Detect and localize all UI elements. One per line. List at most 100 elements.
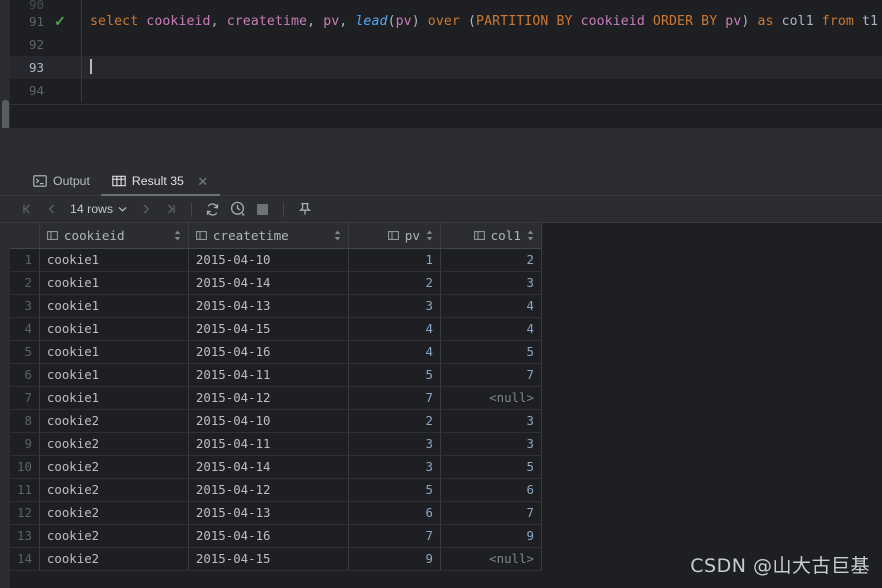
cell-cookieid[interactable]: cookie1 bbox=[39, 294, 189, 318]
editor-line[interactable]: 94 bbox=[10, 79, 882, 102]
table-row[interactable]: 12 cookie2 2015-04-13 6 7 bbox=[10, 501, 542, 525]
table-row[interactable]: 8 cookie2 2015-04-10 2 3 bbox=[10, 409, 542, 433]
cell-createtime[interactable]: 2015-04-12 bbox=[188, 478, 349, 502]
column-header-col1[interactable]: col1 bbox=[440, 223, 542, 249]
table-row[interactable]: 4 cookie1 2015-04-15 4 4 bbox=[10, 317, 542, 341]
tab-result-35[interactable]: Result 35 ✕ bbox=[100, 167, 220, 196]
cell-createtime[interactable]: 2015-04-13 bbox=[188, 501, 349, 525]
result-grid[interactable]: cookieid createtime pv col1 1 cookie1 20… bbox=[0, 223, 882, 588]
editor-line[interactable]: 93 bbox=[10, 56, 882, 79]
cell-col1[interactable]: <null> bbox=[440, 547, 542, 571]
cell-col1[interactable]: 3 bbox=[440, 432, 542, 456]
cell-createtime[interactable]: 2015-04-14 bbox=[188, 271, 349, 295]
code-fold-bar[interactable] bbox=[70, 0, 82, 10]
cell-pv[interactable]: 3 bbox=[348, 455, 441, 479]
cell-cookieid[interactable]: cookie1 bbox=[39, 363, 189, 387]
editor-results-splitter[interactable] bbox=[0, 128, 882, 167]
cell-cookieid[interactable]: cookie2 bbox=[39, 501, 189, 525]
editor-line[interactable]: 91 ✓ select cookieid, createtime, pv, lead… bbox=[10, 10, 882, 33]
sql-editor[interactable]: 90 91 ✓ select cookieid, createtime, pv, le… bbox=[0, 0, 882, 128]
table-row[interactable]: 3 cookie1 2015-04-13 3 4 bbox=[10, 294, 542, 318]
refresh-icon[interactable] bbox=[200, 198, 225, 220]
cell-col1[interactable]: 9 bbox=[440, 524, 542, 548]
cell-pv[interactable]: 1 bbox=[348, 248, 441, 272]
cell-createtime[interactable]: 2015-04-15 bbox=[188, 547, 349, 571]
code-fold-bar[interactable] bbox=[70, 79, 82, 102]
cell-col1[interactable]: 7 bbox=[440, 501, 542, 525]
cell-pv[interactable]: 5 bbox=[348, 478, 441, 502]
sort-toggle-icon[interactable] bbox=[326, 230, 341, 241]
cell-col1[interactable]: 6 bbox=[440, 478, 542, 502]
cell-pv[interactable]: 7 bbox=[348, 386, 441, 410]
table-row[interactable]: 14 cookie2 2015-04-15 9 <null> bbox=[10, 547, 542, 571]
cell-createtime[interactable]: 2015-04-16 bbox=[188, 524, 349, 548]
cell-cookieid[interactable]: cookie2 bbox=[39, 547, 189, 571]
cell-cookieid[interactable]: cookie1 bbox=[39, 340, 189, 364]
cell-pv[interactable]: 4 bbox=[348, 317, 441, 341]
table-row[interactable]: 11 cookie2 2015-04-12 5 6 bbox=[10, 478, 542, 502]
code-fold-bar[interactable] bbox=[70, 33, 82, 56]
code-fold-bar[interactable] bbox=[70, 56, 82, 79]
cell-col1[interactable]: 5 bbox=[440, 455, 542, 479]
cell-col1[interactable]: 4 bbox=[440, 317, 542, 341]
column-header-cookieid[interactable]: cookieid bbox=[39, 223, 189, 249]
next-page-icon[interactable] bbox=[133, 198, 158, 220]
cell-pv[interactable]: 2 bbox=[348, 271, 441, 295]
table-row[interactable]: 2 cookie1 2015-04-14 2 3 bbox=[10, 271, 542, 295]
cell-col1[interactable]: 3 bbox=[440, 271, 542, 295]
cell-pv[interactable]: 3 bbox=[348, 432, 441, 456]
cell-createtime[interactable]: 2015-04-12 bbox=[188, 386, 349, 410]
sort-toggle-icon[interactable] bbox=[166, 230, 181, 241]
cell-createtime[interactable]: 2015-04-10 bbox=[188, 409, 349, 433]
query-history-icon[interactable] bbox=[225, 198, 250, 220]
cell-createtime[interactable]: 2015-04-11 bbox=[188, 363, 349, 387]
cell-pv[interactable]: 7 bbox=[348, 524, 441, 548]
cell-createtime[interactable]: 2015-04-16 bbox=[188, 340, 349, 364]
cell-pv[interactable]: 3 bbox=[348, 294, 441, 318]
cell-createtime[interactable]: 2015-04-14 bbox=[188, 455, 349, 479]
editor-line[interactable]: 92 bbox=[10, 33, 882, 56]
sort-toggle-icon[interactable] bbox=[426, 230, 433, 241]
stop-icon[interactable] bbox=[250, 198, 275, 220]
cell-col1[interactable]: 7 bbox=[440, 363, 542, 387]
close-icon[interactable]: ✕ bbox=[197, 175, 209, 188]
table-row[interactable]: 6 cookie1 2015-04-11 5 7 bbox=[10, 363, 542, 387]
table-row[interactable]: 13 cookie2 2015-04-16 7 9 bbox=[10, 524, 542, 548]
cell-pv[interactable]: 5 bbox=[348, 363, 441, 387]
cell-col1[interactable]: <null> bbox=[440, 386, 542, 410]
code-fold-bar[interactable] bbox=[70, 10, 82, 33]
table-row[interactable]: 5 cookie1 2015-04-16 4 5 bbox=[10, 340, 542, 364]
cell-col1[interactable]: 3 bbox=[440, 409, 542, 433]
row-count-dropdown[interactable]: 14 rows bbox=[66, 202, 131, 216]
tab-output[interactable]: Output bbox=[22, 167, 101, 195]
cell-col1[interactable]: 2 bbox=[440, 248, 542, 272]
cell-cookieid[interactable]: cookie1 bbox=[39, 386, 189, 410]
cell-createtime[interactable]: 2015-04-13 bbox=[188, 294, 349, 318]
cell-pv[interactable]: 6 bbox=[348, 501, 441, 525]
pin-tab-icon[interactable] bbox=[292, 198, 317, 220]
cell-cookieid[interactable]: cookie2 bbox=[39, 478, 189, 502]
cell-createtime[interactable]: 2015-04-11 bbox=[188, 432, 349, 456]
column-header-pv[interactable]: pv bbox=[348, 223, 441, 249]
editor-vertical-scrollbar[interactable] bbox=[0, 0, 10, 128]
cell-pv[interactable]: 4 bbox=[348, 340, 441, 364]
cell-col1[interactable]: 5 bbox=[440, 340, 542, 364]
statement-success-check-icon[interactable]: ✓ bbox=[50, 10, 70, 33]
cell-createtime[interactable]: 2015-04-15 bbox=[188, 317, 349, 341]
cell-col1[interactable]: 4 bbox=[440, 294, 542, 318]
first-page-icon[interactable] bbox=[14, 198, 39, 220]
cell-createtime[interactable]: 2015-04-10 bbox=[188, 248, 349, 272]
table-row[interactable]: 7 cookie1 2015-04-12 7 <null> bbox=[10, 386, 542, 410]
cell-cookieid[interactable]: cookie2 bbox=[39, 409, 189, 433]
previous-page-icon[interactable] bbox=[39, 198, 64, 220]
last-page-icon[interactable] bbox=[158, 198, 183, 220]
cell-cookieid[interactable]: cookie2 bbox=[39, 432, 189, 456]
cell-cookieid[interactable]: cookie1 bbox=[39, 248, 189, 272]
cell-cookieid[interactable]: cookie1 bbox=[39, 271, 189, 295]
editor-line[interactable]: 90 bbox=[10, 0, 882, 10]
cell-pv[interactable]: 9 bbox=[348, 547, 441, 571]
cell-cookieid[interactable]: cookie2 bbox=[39, 524, 189, 548]
table-row[interactable]: 9 cookie2 2015-04-11 3 3 bbox=[10, 432, 542, 456]
cell-cookieid[interactable]: cookie2 bbox=[39, 455, 189, 479]
editor-scrollbar-thumb[interactable] bbox=[2, 100, 9, 128]
